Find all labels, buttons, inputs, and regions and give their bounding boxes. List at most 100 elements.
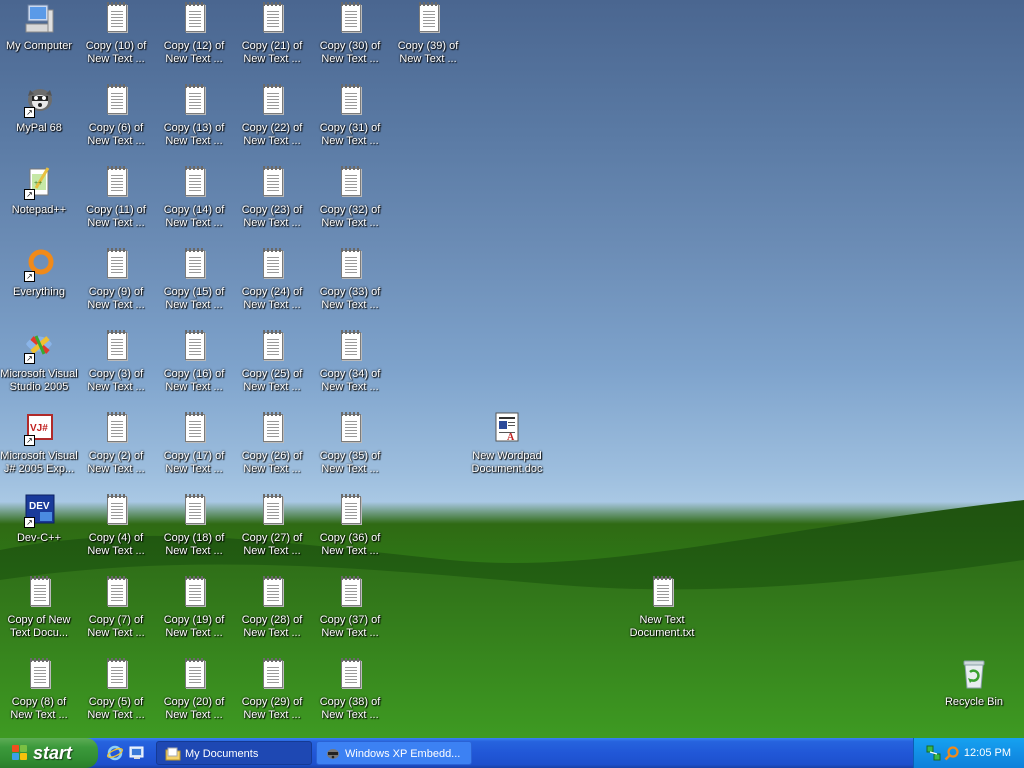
wordpad-document-item[interactable]: A New Wordpad Document.doc	[468, 412, 546, 476]
text-file-icon-item[interactable]: Copy (31) of New Text ...	[311, 84, 389, 148]
text-document-icon	[177, 576, 211, 610]
text-file-icon-item[interactable]: Copy (20) of New Text ...	[155, 658, 233, 722]
icon-label: Copy (10) of New Text ...	[85, 40, 147, 65]
notepadpp-shortcut[interactable]: ++ ↗ Notepad++	[0, 166, 78, 217]
icon-label: Copy (37) of New Text ...	[319, 614, 381, 639]
text-file-icon-item[interactable]: Copy (13) of New Text ...	[155, 84, 233, 148]
icon-label: Copy (13) of New Text ...	[163, 122, 225, 147]
icon-label: Copy (21) of New Text ...	[241, 40, 303, 65]
icon-label: Copy (8) of New Text ...	[10, 696, 68, 721]
visual-studio-shortcut[interactable]: ↗ Microsoft Visual Studio 2005	[0, 330, 78, 394]
icon-label: Copy (32) of New Text ...	[319, 204, 381, 229]
text-document-icon	[177, 494, 211, 528]
text-file-icon-item[interactable]: Copy (23) of New Text ...	[233, 166, 311, 230]
notepadpp-icon: ++ ↗	[22, 166, 56, 200]
text-file-icon-item[interactable]: Copy (32) of New Text ...	[311, 166, 389, 230]
text-file-icon-item[interactable]: Copy (29) of New Text ...	[233, 658, 311, 722]
my-computer-icon-item[interactable]: My Computer	[0, 2, 78, 53]
text-document-icon	[333, 412, 367, 446]
icon-label: Copy (29) of New Text ...	[241, 696, 303, 721]
text-file-icon-item[interactable]: Copy (38) of New Text ...	[311, 658, 389, 722]
text-file-icon-item[interactable]: Copy (34) of New Text ...	[311, 330, 389, 394]
start-label: start	[33, 743, 73, 763]
devcpp-shortcut[interactable]: DEV ↗ Dev-C++	[0, 494, 78, 545]
vjsharp-icon: VJ# ↗	[22, 412, 56, 446]
text-file-icon-item[interactable]: Copy of New Text Docu...	[0, 576, 78, 640]
task-label: Windows XP Embedd...	[345, 748, 461, 760]
mypal-shortcut[interactable]: ↗ MyPal 68	[0, 84, 78, 135]
text-file-icon-item[interactable]: Copy (30) of New Text ...	[311, 2, 389, 66]
text-file-icon-item[interactable]: Copy (19) of New Text ...	[155, 576, 233, 640]
text-document-icon	[255, 494, 289, 528]
text-document-icon	[99, 658, 133, 692]
start-button[interactable]: start	[0, 738, 98, 768]
text-file-icon-item[interactable]: Copy (22) of New Text ...	[233, 84, 311, 148]
text-file-icon-item[interactable]: Copy (37) of New Text ...	[311, 576, 389, 640]
text-file-icon-item[interactable]: Copy (14) of New Text ...	[155, 166, 233, 230]
icon-label: Copy (4) of New Text ...	[87, 532, 145, 557]
text-document-icon	[333, 166, 367, 200]
icon-label: Copy (30) of New Text ...	[319, 40, 381, 65]
internet-explorer-icon[interactable]	[106, 745, 124, 761]
taskbar-button-my-documents[interactable]: My Documents	[156, 741, 312, 765]
text-document-icon	[333, 84, 367, 118]
text-file-icon-item[interactable]: Copy (5) of New Text ...	[77, 658, 155, 722]
network-icon[interactable]	[926, 745, 942, 761]
text-file-icon-item[interactable]: Copy (35) of New Text ...	[311, 412, 389, 476]
icon-label: New Wordpad Document.doc	[471, 450, 543, 475]
text-file-icon-item[interactable]: Copy (11) of New Text ...	[77, 166, 155, 230]
shortcut-arrow-icon: ↗	[24, 517, 35, 528]
text-file-icon-item[interactable]: Copy (3) of New Text ...	[77, 330, 155, 394]
text-file-icon-item[interactable]: New Text Document.txt	[623, 576, 701, 640]
text-document-icon	[333, 248, 367, 282]
text-file-icon-item[interactable]: Copy (10) of New Text ...	[77, 2, 155, 66]
icon-label: Copy (35) of New Text ...	[319, 450, 381, 475]
icon-label: Copy (12) of New Text ...	[163, 40, 225, 65]
text-file-icon-item[interactable]: Copy (39) of New Text ...	[389, 2, 467, 66]
icon-label: Copy (18) of New Text ...	[163, 532, 225, 557]
visual-jsharp-shortcut[interactable]: VJ# ↗ Microsoft Visual J# 2005 Exp...	[0, 412, 78, 476]
text-file-icon-item[interactable]: Copy (2) of New Text ...	[77, 412, 155, 476]
text-file-icon-item[interactable]: Copy (15) of New Text ...	[155, 248, 233, 312]
recycle-bin-item[interactable]: Recycle Bin	[935, 658, 1013, 709]
icon-label: My Computer	[5, 40, 73, 52]
shortcut-arrow-icon: ↗	[24, 189, 35, 200]
clock[interactable]: 12:05 PM	[964, 738, 1011, 768]
system-tray: 12:05 PM	[913, 738, 1024, 768]
text-document-icon	[255, 84, 289, 118]
everything-shortcut[interactable]: ↗ Everything	[0, 248, 78, 299]
text-file-icon-item[interactable]: Copy (16) of New Text ...	[155, 330, 233, 394]
text-file-icon-item[interactable]: Copy (33) of New Text ...	[311, 248, 389, 312]
icon-label: Copy (20) of New Text ...	[163, 696, 225, 721]
text-file-icon-item[interactable]: Copy (4) of New Text ...	[77, 494, 155, 558]
text-file-icon-item[interactable]: Copy (7) of New Text ...	[77, 576, 155, 640]
text-file-icon-item[interactable]: Copy (17) of New Text ...	[155, 412, 233, 476]
text-file-icon-item[interactable]: Copy (18) of New Text ...	[155, 494, 233, 558]
text-file-icon-item[interactable]: Copy (9) of New Text ...	[77, 248, 155, 312]
text-file-icon-item[interactable]: Copy (8) of New Text ...	[0, 658, 78, 722]
text-file-icon-item[interactable]: Copy (12) of New Text ...	[155, 2, 233, 66]
search-icon[interactable]	[944, 745, 960, 761]
text-file-icon-item[interactable]: Copy (36) of New Text ...	[311, 494, 389, 558]
svg-text:VJ#: VJ#	[30, 423, 48, 434]
icon-label: Copy (39) of New Text ...	[397, 40, 459, 65]
text-document-icon	[99, 494, 133, 528]
text-file-icon-item[interactable]: Copy (26) of New Text ...	[233, 412, 311, 476]
text-file-icon-item[interactable]: Copy (6) of New Text ...	[77, 84, 155, 148]
text-file-icon-item[interactable]: Copy (24) of New Text ...	[233, 248, 311, 312]
text-document-icon	[255, 412, 289, 446]
icon-label: Copy (22) of New Text ...	[241, 122, 303, 147]
taskbar-button-windows-xp-embedded[interactable]: Windows XP Embedd...	[316, 741, 472, 765]
text-file-icon-item[interactable]: Copy (25) of New Text ...	[233, 330, 311, 394]
text-file-icon-item[interactable]: Copy (28) of New Text ...	[233, 576, 311, 640]
text-document-icon	[177, 2, 211, 36]
show-desktop-icon[interactable]	[129, 745, 145, 761]
icon-label: Copy (2) of New Text ...	[87, 450, 145, 475]
text-file-icon-item[interactable]: Copy (27) of New Text ...	[233, 494, 311, 558]
icon-label: Copy (34) of New Text ...	[319, 368, 381, 393]
text-document-icon	[99, 166, 133, 200]
shortcut-arrow-icon: ↗	[24, 435, 35, 446]
text-file-icon-item[interactable]: Copy (21) of New Text ...	[233, 2, 311, 66]
text-document-icon	[255, 658, 289, 692]
icon-label: Copy (11) of New Text ...	[86, 204, 146, 229]
